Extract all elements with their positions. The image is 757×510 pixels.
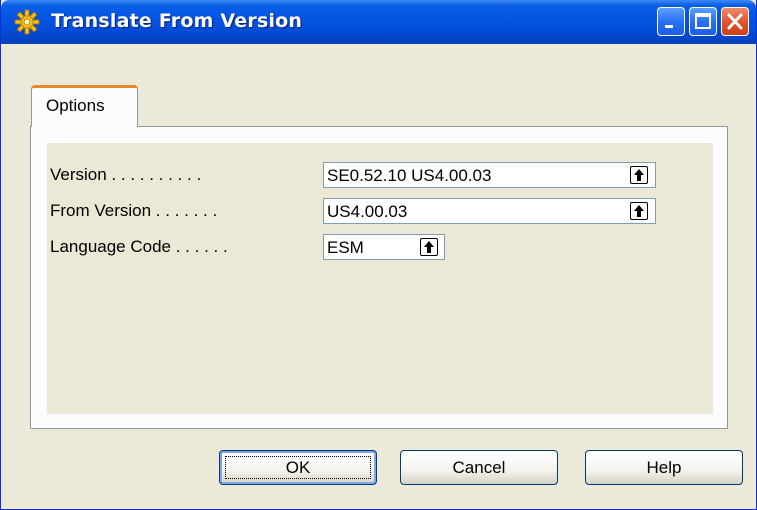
maximize-icon: [695, 13, 711, 29]
from-version-field[interactable]: US4.00.03: [323, 198, 656, 224]
cancel-button-label: Cancel: [452, 457, 506, 477]
from-version-value: US4.00.03: [327, 202, 408, 221]
version-value: SE0.52.10 US4.00.03: [327, 166, 492, 185]
version-label: Version . . . . . . . . . .: [50, 165, 202, 184]
language-code-field[interactable]: ESM: [323, 234, 445, 260]
minimize-button[interactable]: [657, 7, 685, 36]
help-button-label: Help: [646, 457, 682, 477]
title-bar[interactable]: Translate From Version: [1, 0, 756, 44]
language-code-value: ESM: [327, 238, 364, 257]
window-title: Translate From Version: [51, 10, 303, 32]
arrow-up-icon: [424, 241, 434, 253]
arrow-up-icon: [634, 169, 644, 181]
tab-options-label: Options: [46, 96, 105, 115]
ok-button[interactable]: OK: [219, 450, 377, 485]
minimize-icon: [665, 25, 673, 28]
close-button[interactable]: [721, 7, 749, 36]
from-version-lookup-button[interactable]: [630, 202, 648, 220]
arrow-up-icon: [634, 205, 644, 217]
tab-options[interactable]: Options: [31, 85, 138, 127]
gear-icon: [14, 9, 40, 35]
language-code-lookup-button[interactable]: [420, 238, 438, 256]
maximize-button[interactable]: [689, 7, 717, 36]
dialog-window: Translate From Version Options Version .…: [0, 0, 757, 510]
version-field[interactable]: SE0.52.10 US4.00.03: [323, 162, 656, 188]
options-content: Version . . . . . . . . . . SE0.52.10 US…: [47, 143, 713, 414]
help-button[interactable]: Help: [585, 450, 743, 485]
version-lookup-button[interactable]: [630, 166, 648, 184]
language-code-label: Language Code . . . . . .: [50, 237, 228, 256]
ok-button-label: OK: [285, 457, 311, 477]
close-icon: [727, 13, 743, 30]
cancel-button[interactable]: Cancel: [400, 450, 558, 485]
options-panel: Version . . . . . . . . . . SE0.52.10 US…: [30, 126, 728, 429]
from-version-label: From Version . . . . . . .: [50, 201, 218, 220]
